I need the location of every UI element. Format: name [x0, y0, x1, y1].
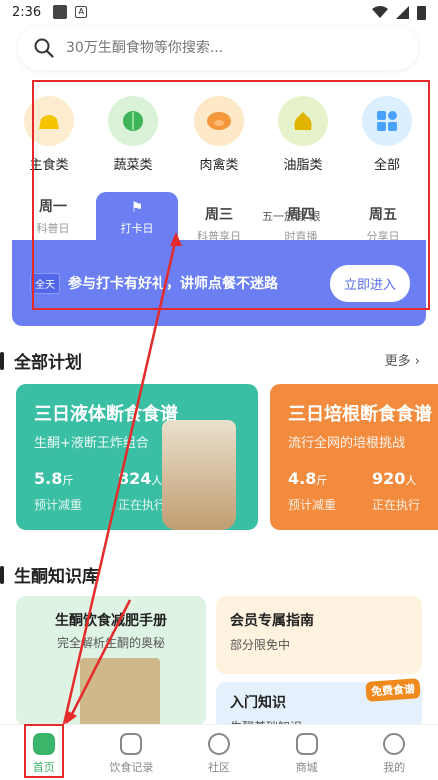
tab-label: 饮食记录 — [109, 761, 154, 774]
plans-title: 全部计划 — [14, 353, 82, 373]
plan-weight: 4.8 — [288, 469, 317, 488]
kb-card-title: 生酮饮食减肥手册 — [55, 613, 167, 629]
wifi-icon — [372, 6, 388, 18]
tab-label: 社区 — [207, 761, 230, 774]
coffee-cup-image — [162, 420, 236, 530]
plan-people-caption: 正在执行 — [118, 498, 167, 512]
kb-heading: 生酮知识库 — [0, 562, 99, 587]
battery-icon — [417, 5, 426, 20]
bottom-tab-bar: 首页 饮食记录 社区 商城 我的 — [0, 724, 438, 780]
plan-subtitle: 流行全网的培根挑战 — [288, 436, 406, 451]
tab-label: 商城 — [295, 761, 318, 774]
tab-community[interactable]: 社区 — [175, 725, 263, 780]
plan-card-bacon[interactable]: 三日培根断食食谱 流行全网的培根挑战 4.8斤 预计减重 920人 正在执行 — [270, 384, 438, 530]
tab-me[interactable]: 我的 — [350, 725, 438, 780]
plan-title: 三日培根断食食谱 — [288, 404, 432, 425]
plans-heading: 全部计划 — [0, 348, 82, 373]
notification-icon — [53, 5, 68, 19]
kb-card-member-guide[interactable]: 会员专属指南 部分限免中 — [216, 596, 422, 674]
kb-title: 生酮知识库 — [14, 567, 99, 587]
chevron-right-icon: › — [414, 354, 420, 369]
diet-record-icon — [120, 733, 143, 755]
plan-weight-caption: 预计减重 — [288, 498, 337, 512]
search-input[interactable] — [66, 40, 386, 56]
plan-weight-caption: 预计减重 — [34, 498, 83, 512]
mall-icon — [295, 733, 318, 755]
plan-weight-unit: 斤 — [62, 474, 74, 487]
more-label: 更多 — [384, 354, 411, 369]
heading-bar — [0, 565, 4, 584]
plan-people-unit: 人 — [151, 474, 163, 487]
kb-card-subtitle: 部分限免中 — [230, 638, 291, 652]
plan-people-unit: 人 — [405, 474, 417, 487]
me-icon — [383, 733, 406, 755]
status-time: 2:36 — [12, 4, 42, 20]
status-bar: 2:36 A — [0, 0, 438, 24]
kb-card-handbook[interactable]: 生酮饮食减肥手册 完全解析生酮的奥秘 — [16, 596, 206, 726]
plan-people: 920 — [372, 469, 406, 488]
plan-people-caption: 正在执行 — [372, 498, 421, 512]
annotation-box-home — [24, 724, 64, 778]
plan-weight-unit: 斤 — [316, 474, 328, 487]
book-image — [80, 658, 160, 726]
notification-a-icon: A — [75, 6, 88, 18]
search-bar[interactable] — [18, 26, 418, 70]
plan-weight: 5.8 — [34, 469, 63, 488]
tab-diet-record[interactable]: 饮食记录 — [88, 725, 176, 780]
signal-icon — [396, 5, 409, 19]
free-recipe-badge[interactable]: 免费食谱 — [365, 678, 421, 702]
community-icon — [207, 733, 230, 755]
heading-bar — [0, 351, 4, 370]
plan-card-liquid[interactable]: 三日液体断食食谱 生酮+液断王炸组合 5.8斤 预计减重 824人 正在执行 — [16, 384, 258, 530]
kb-card-title: 会员专属指南 — [230, 613, 314, 629]
kb-card-subtitle: 完全解析生酮的奥秘 — [56, 636, 165, 650]
search-icon — [34, 38, 54, 58]
more-link[interactable]: 更多 › — [385, 350, 420, 369]
tab-label: 我的 — [383, 761, 406, 774]
plan-people: 824 — [118, 469, 152, 488]
tab-mall[interactable]: 商城 — [263, 725, 351, 780]
annotation-box — [32, 80, 430, 310]
